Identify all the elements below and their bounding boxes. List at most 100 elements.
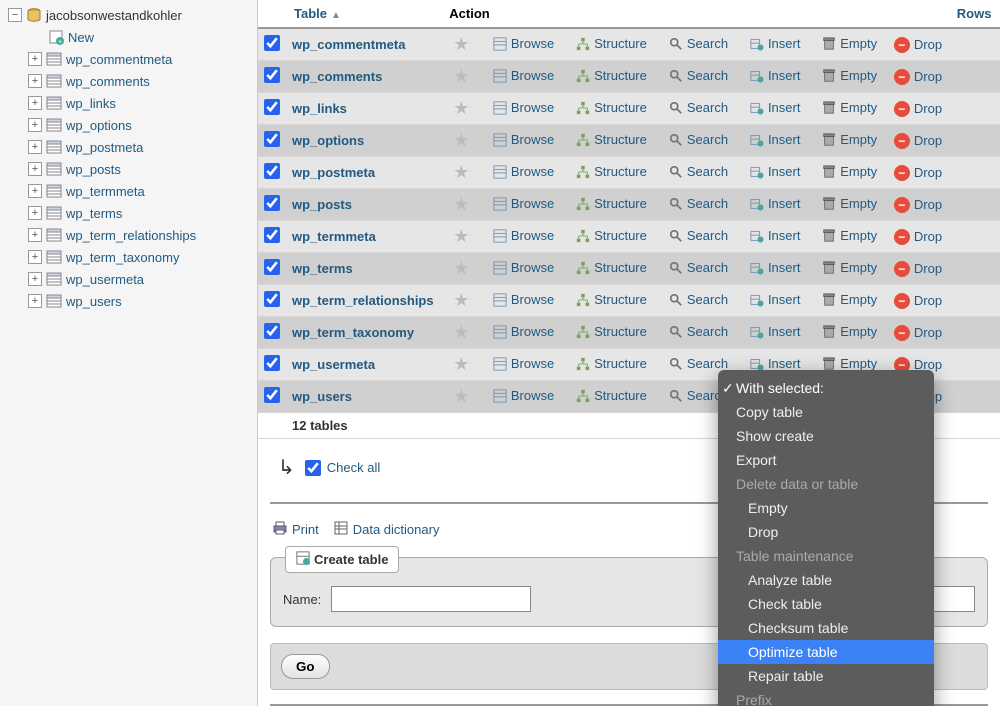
empty-link[interactable]: Empty <box>817 292 881 308</box>
table-name-link[interactable]: wp_usermeta <box>292 357 375 372</box>
empty-link[interactable]: Empty <box>817 260 881 276</box>
dd-export[interactable]: Export <box>718 448 934 472</box>
tree-table[interactable]: + wp_terms <box>0 202 257 224</box>
tree-table[interactable]: + wp_termmeta <box>0 180 257 202</box>
structure-link[interactable]: Structure <box>571 36 651 52</box>
browse-link[interactable]: Browse <box>488 260 558 276</box>
expand-icon[interactable]: + <box>28 272 42 286</box>
structure-link[interactable]: Structure <box>571 228 651 244</box>
browse-link[interactable]: Browse <box>488 388 558 404</box>
expand-icon[interactable]: + <box>28 184 42 198</box>
structure-link[interactable]: Structure <box>571 324 651 340</box>
tree-table[interactable]: + wp_term_relationships <box>0 224 257 246</box>
dd-check[interactable]: Check table <box>718 592 934 616</box>
table-name-link[interactable]: wp_terms <box>292 261 353 276</box>
tree-table[interactable]: + wp_users <box>0 290 257 312</box>
structure-link[interactable]: Structure <box>571 388 651 404</box>
insert-link[interactable]: Insert <box>745 164 805 180</box>
empty-link[interactable]: Empty <box>817 100 881 116</box>
row-checkbox[interactable] <box>264 67 280 83</box>
expand-icon[interactable]: + <box>28 74 42 88</box>
structure-link[interactable]: Structure <box>571 260 651 276</box>
row-checkbox[interactable] <box>264 195 280 211</box>
structure-link[interactable]: Structure <box>571 132 651 148</box>
tree-table[interactable]: + wp_postmeta <box>0 136 257 158</box>
insert-link[interactable]: Insert <box>745 68 805 84</box>
tree-table[interactable]: + wp_posts <box>0 158 257 180</box>
tree-table[interactable]: + wp_usermeta <box>0 268 257 290</box>
empty-link[interactable]: Empty <box>817 164 881 180</box>
tree-table[interactable]: + wp_comments <box>0 70 257 92</box>
insert-link[interactable]: Insert <box>745 260 805 276</box>
tree-table[interactable]: + wp_term_taxonomy <box>0 246 257 268</box>
tree-new[interactable]: + New <box>0 26 257 48</box>
search-link[interactable]: Search <box>664 324 732 340</box>
dd-empty[interactable]: Empty <box>718 496 934 520</box>
insert-link[interactable]: Insert <box>745 196 805 212</box>
browse-link[interactable]: Browse <box>488 36 558 52</box>
search-link[interactable]: Search <box>664 196 732 212</box>
expand-icon[interactable]: + <box>28 294 42 308</box>
row-checkbox[interactable] <box>264 387 280 403</box>
favorite-star-icon[interactable]: ★ <box>447 34 475 54</box>
expand-icon[interactable]: + <box>28 162 42 176</box>
empty-link[interactable]: Empty <box>817 196 881 212</box>
browse-link[interactable]: Browse <box>488 164 558 180</box>
structure-link[interactable]: Structure <box>571 196 651 212</box>
browse-link[interactable]: Browse <box>488 68 558 84</box>
table-name-link[interactable]: wp_commentmeta <box>292 37 405 52</box>
dd-with-selected[interactable]: With selected: <box>718 376 934 400</box>
structure-link[interactable]: Structure <box>571 68 651 84</box>
row-checkbox[interactable] <box>264 323 280 339</box>
header-rows[interactable]: Rows <box>949 0 1000 28</box>
drop-link[interactable]: −Drop <box>894 133 942 149</box>
drop-link[interactable]: −Drop <box>894 261 942 277</box>
insert-link[interactable]: Insert <box>745 324 805 340</box>
dd-repair[interactable]: Repair table <box>718 664 934 688</box>
browse-link[interactable]: Browse <box>488 292 558 308</box>
expand-icon[interactable]: + <box>28 228 42 242</box>
drop-link[interactable]: −Drop <box>894 165 942 181</box>
expand-icon[interactable]: + <box>28 96 42 110</box>
empty-link[interactable]: Empty <box>817 324 881 340</box>
table-name-link[interactable]: wp_links <box>292 101 347 116</box>
browse-link[interactable]: Browse <box>488 100 558 116</box>
empty-link[interactable]: Empty <box>817 228 881 244</box>
row-checkbox[interactable] <box>264 291 280 307</box>
dd-optimize[interactable]: Optimize table <box>718 640 934 664</box>
favorite-star-icon[interactable]: ★ <box>447 290 475 310</box>
drop-link[interactable]: −Drop <box>894 37 942 53</box>
expand-icon[interactable]: + <box>28 118 42 132</box>
row-checkbox[interactable] <box>264 99 280 115</box>
browse-link[interactable]: Browse <box>488 324 558 340</box>
insert-link[interactable]: Insert <box>745 132 805 148</box>
search-link[interactable]: Search <box>664 260 732 276</box>
tree-table[interactable]: + wp_links <box>0 92 257 114</box>
row-checkbox[interactable] <box>264 35 280 51</box>
structure-link[interactable]: Structure <box>571 356 651 372</box>
expand-icon[interactable]: + <box>28 206 42 220</box>
empty-link[interactable]: Empty <box>817 68 881 84</box>
check-all-label[interactable]: Check all <box>305 460 380 476</box>
table-name-link[interactable]: wp_term_taxonomy <box>292 325 414 340</box>
print-link[interactable]: Print <box>272 520 319 539</box>
structure-link[interactable]: Structure <box>571 292 651 308</box>
drop-link[interactable]: −Drop <box>894 325 942 341</box>
search-link[interactable]: Search <box>664 292 732 308</box>
search-link[interactable]: Search <box>664 228 732 244</box>
dd-show-create[interactable]: Show create <box>718 424 934 448</box>
search-link[interactable]: Search <box>664 36 732 52</box>
browse-link[interactable]: Browse <box>488 228 558 244</box>
search-link[interactable]: Search <box>664 132 732 148</box>
search-link[interactable]: Search <box>664 356 732 372</box>
tree-table[interactable]: + wp_options <box>0 114 257 136</box>
name-input[interactable] <box>331 586 531 612</box>
row-checkbox[interactable] <box>264 259 280 275</box>
browse-link[interactable]: Browse <box>488 132 558 148</box>
row-checkbox[interactable] <box>264 163 280 179</box>
insert-link[interactable]: Insert <box>745 36 805 52</box>
dd-checksum[interactable]: Checksum table <box>718 616 934 640</box>
check-all-checkbox[interactable] <box>305 460 321 476</box>
collapse-icon[interactable]: − <box>8 8 22 22</box>
table-name-link[interactable]: wp_term_relationships <box>292 293 434 308</box>
